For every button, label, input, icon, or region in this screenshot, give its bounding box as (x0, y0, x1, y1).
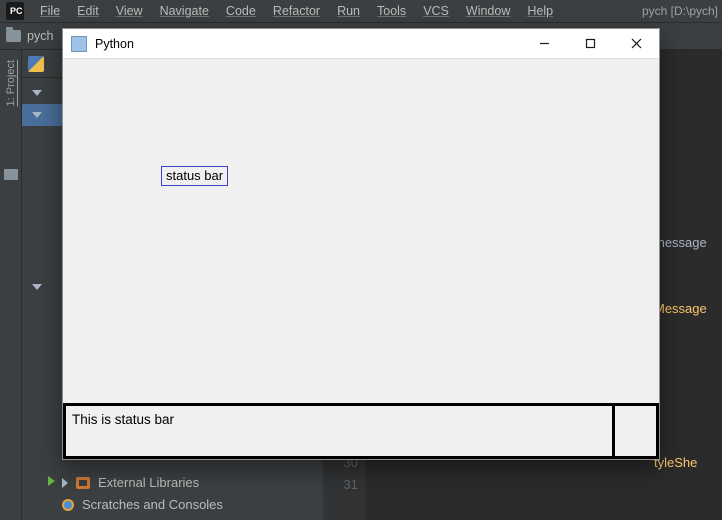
window-client-area: status bar (63, 59, 659, 403)
status-bar-label-widget: status bar (161, 166, 228, 186)
size-grip[interactable] (612, 406, 656, 456)
folder-icon (4, 169, 18, 180)
menu-view[interactable]: View (109, 2, 150, 20)
menu-file[interactable]: File (33, 2, 67, 20)
ide-left-rail: 1: Project (0, 50, 22, 520)
line-number: 31 (324, 474, 358, 496)
menu-help[interactable]: Help (520, 2, 560, 20)
chevron-down-icon (32, 284, 42, 290)
close-button[interactable] (613, 29, 659, 59)
menu-run[interactable]: Run (330, 2, 367, 20)
python-app-window: Python status bar This is status bar (62, 28, 660, 460)
menu-window[interactable]: Window (459, 2, 517, 20)
maximize-icon (585, 38, 596, 49)
svg-text:PC: PC (10, 6, 22, 16)
pycharm-logo-icon: PC (6, 2, 24, 20)
chevron-down-icon (32, 90, 42, 96)
ide-menubar: PC File Edit View Navigate Code Refactor… (0, 0, 722, 22)
window-title: Python (95, 37, 134, 51)
menu-navigate[interactable]: Navigate (153, 2, 216, 20)
status-bar-message: This is status bar (66, 406, 612, 433)
minimize-icon (539, 38, 550, 49)
chevron-down-icon (32, 112, 42, 118)
ide-title-path: pych [D:\pych] (642, 4, 722, 18)
minimize-button[interactable] (521, 29, 567, 59)
tree-label: External Libraries (98, 475, 199, 490)
scratches-node[interactable]: Scratches and Consoles (62, 497, 223, 512)
run-gutter-icon[interactable] (48, 476, 55, 486)
menu-refactor[interactable]: Refactor (266, 2, 327, 20)
library-icon (76, 477, 90, 489)
menu-code[interactable]: Code (219, 2, 263, 20)
menu-vcs[interactable]: VCS (416, 2, 456, 20)
app-icon (71, 36, 87, 52)
status-bar: This is status bar (63, 403, 659, 459)
menu-edit[interactable]: Edit (70, 2, 106, 20)
folder-icon (6, 30, 21, 42)
chevron-right-icon (62, 478, 68, 488)
external-libraries-node[interactable]: External Libraries (62, 475, 199, 490)
toolwindow-project-tab[interactable]: 1: Project (5, 60, 17, 106)
close-icon (631, 38, 642, 49)
tree-label: Scratches and Consoles (82, 497, 223, 512)
python-project-icon (28, 56, 44, 72)
menu-tools[interactable]: Tools (370, 2, 413, 20)
nav-project-name[interactable]: pych (27, 29, 53, 43)
pycharm-window: PC File Edit View Navigate Code Refactor… (0, 0, 722, 520)
titlebar[interactable]: Python (63, 29, 659, 59)
scratches-icon (62, 499, 74, 511)
maximize-button[interactable] (567, 29, 613, 59)
